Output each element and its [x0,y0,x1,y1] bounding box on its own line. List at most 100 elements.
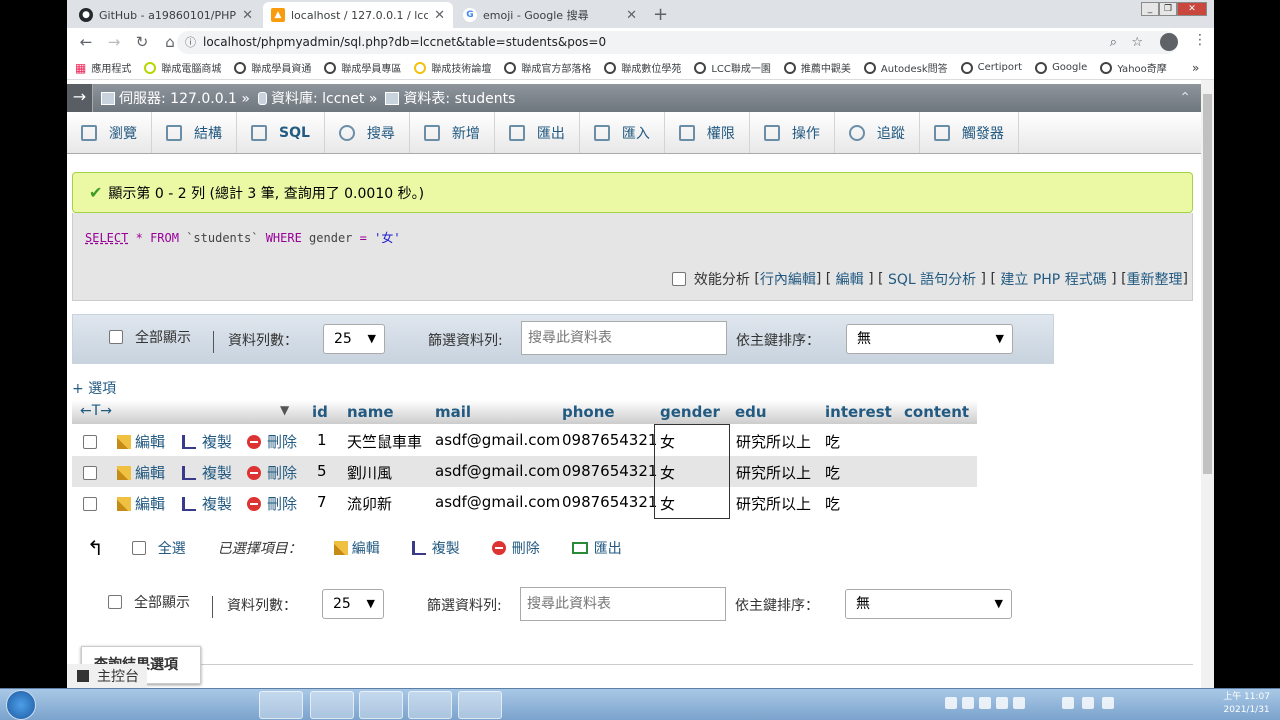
bookmark-star-icon[interactable]: ☆ [1131,31,1143,54]
tab-tracking[interactable]: 追蹤 [835,112,920,153]
row-copy-link[interactable]: 複製 [182,462,232,483]
back-icon[interactable]: ← [77,33,95,51]
bookmark-item[interactable]: 聯成電腦商城 [144,60,221,75]
bookmark-item[interactable]: 聯成學員專區 [324,60,401,75]
cell-id[interactable]: 5 [317,462,327,480]
tab-operations[interactable]: 操作 [750,112,835,153]
bookmark-item[interactable]: 聯成技術論壇 [414,60,491,75]
tab-triggers[interactable]: 觸發器 [920,112,1019,153]
tab-phpmyadmin[interactable]: ▲ localhost / 127.0.0.1 / lccnet / s ✕ [263,2,453,28]
col-header-mail[interactable]: mail [435,403,471,421]
sort-select[interactable]: 無 ▼ [846,324,1013,354]
row-edit-link[interactable]: 編輯 [117,431,165,452]
minimize-button[interactable]: _ [1141,2,1159,16]
show-all-toggle[interactable]: 全部顯示 [109,327,191,347]
cell-edu[interactable]: 研究所以上 [736,493,811,514]
tray-icon[interactable] [979,697,991,709]
scrollbar-thumb[interactable] [1203,94,1212,474]
tab-export[interactable]: 匯出 [495,112,580,153]
row-checkbox[interactable] [83,434,97,449]
refresh-link[interactable]: 重新整理 [1127,269,1183,289]
bookmark-item[interactable]: 聯成官方部落格 [504,60,591,75]
tab-github[interactable]: ● GitHub - a19860101/PHP-LCC ✕ [71,2,261,28]
profile-avatar[interactable] [1160,33,1178,51]
tray-icon[interactable] [945,697,957,709]
sort-dropdown-icon[interactable]: ▼ [280,403,289,417]
profiling-checkbox[interactable] [671,272,686,286]
cell-id[interactable]: 1 [317,431,327,449]
bookmark-item[interactable]: Certiport [960,61,1022,74]
clock[interactable]: 上午 11:07 2021/1/31 [1223,691,1270,717]
bookmarks-more[interactable]: » [1192,61,1199,75]
breadcrumb-database[interactable]: 資料庫: lccnet » [257,88,377,108]
bookmark-item[interactable]: Google [1035,61,1087,74]
col-header-content[interactable]: content [904,403,969,421]
cell-interest[interactable]: 吃 [825,431,840,452]
filter-input[interactable]: 搜尋此資料表 [520,587,726,621]
bookmark-item[interactable]: Yahoo奇摩 [1100,60,1167,75]
show-all-toggle[interactable]: 全部顯示 [108,592,190,612]
bulk-export-button[interactable]: 匯出 [571,538,622,558]
column-arrows[interactable]: ←T→ [80,403,112,419]
obs-taskbar-icon[interactable] [310,691,354,719]
cell-id[interactable]: 7 [317,493,327,511]
volume-icon[interactable] [1082,697,1094,709]
tab-sql[interactable]: SQL [237,112,325,153]
vscode-taskbar-icon[interactable] [458,691,502,719]
bookmark-item[interactable]: 聯成學員資通 [234,60,311,75]
row-delete-link[interactable]: 刪除 [247,493,297,514]
inline-edit-link[interactable]: 行內編輯 [760,269,816,289]
col-header-id[interactable]: id [312,403,328,421]
close-tab-icon[interactable]: ✕ [626,8,637,23]
tab-google[interactable]: G emoji - Google 搜尋 ✕ [455,2,645,28]
explorer-taskbar-icon[interactable] [163,691,207,719]
console-toggle[interactable]: 主控台 [67,664,147,688]
show-all-checkbox[interactable] [108,595,122,609]
bookmark-item[interactable]: LCC聯成一園 [694,60,771,75]
cell-name[interactable]: 流卯新 [347,493,392,514]
cell-phone[interactable]: 0987654321 [562,493,657,511]
tray-icon[interactable] [996,697,1008,709]
scroll-top-icon[interactable]: ⌃ [1179,90,1191,106]
row-delete-link[interactable]: 刪除 [247,462,297,483]
forward-icon[interactable]: → [105,33,123,51]
rows-select[interactable]: 25 ▼ [323,324,385,354]
address-bar[interactable]: ⓘ localhost/phpmyadmin/sql.php?db=lccnet… [177,31,1177,54]
menu-icon[interactable]: ⋮ [1193,32,1207,48]
filter-input[interactable]: 搜尋此資料表 [521,321,727,355]
bulk-copy-button[interactable]: 複製 [411,538,460,558]
col-header-name[interactable]: name [347,403,394,421]
row-checkbox[interactable] [83,465,97,480]
new-tab-button[interactable]: + [653,4,668,25]
tab-structure[interactable]: 結構 [152,112,237,153]
row-edit-link[interactable]: 編輯 [117,462,165,483]
tab-privileges[interactable]: 權限 [665,112,750,153]
cell-edu[interactable]: 研究所以上 [736,462,811,483]
create-php-link[interactable]: 建立 PHP 程式碼 [1000,269,1106,289]
breadcrumb-table[interactable]: 資料表: students [385,88,515,108]
cell-edu[interactable]: 研究所以上 [736,431,811,452]
close-window-button[interactable]: ✕ [1177,2,1207,16]
sort-select[interactable]: 無 ▼ [845,589,1012,619]
close-tab-icon[interactable]: ✕ [242,8,253,23]
close-tab-icon[interactable]: ✕ [434,8,445,23]
check-all-checkbox[interactable] [131,541,146,555]
bookmark-item[interactable]: 推薦中觀美 [783,60,851,75]
cell-mail[interactable]: asdf@gmail.com [435,431,560,449]
row-copy-link[interactable]: 複製 [182,431,232,452]
speaker-icon[interactable] [1102,697,1114,709]
tab-browse[interactable]: 瀏覽 [67,112,152,153]
bookmark-apps[interactable]: ▦ 應用程式 [75,60,131,76]
options-toggle[interactable]: + 選項 [72,378,116,398]
bookmark-item[interactable]: 聯成數位學苑 [604,60,681,75]
rows-select[interactable]: 25 ▼ [322,589,384,619]
media-taskbar-icon[interactable] [212,691,256,719]
col-header-edu[interactable]: edu [735,403,767,421]
zoom-icon[interactable]: ⌕ [1110,31,1117,54]
cell-name[interactable]: 劉川風 [347,462,392,483]
bulk-edit-button[interactable]: 編輯 [333,538,380,558]
collapse-nav-icon[interactable]: → [67,84,93,112]
cell-interest[interactable]: 吃 [825,493,840,514]
explain-link[interactable]: SQL 語句分析 [888,269,976,289]
cell-phone[interactable]: 0987654321 [562,431,657,449]
